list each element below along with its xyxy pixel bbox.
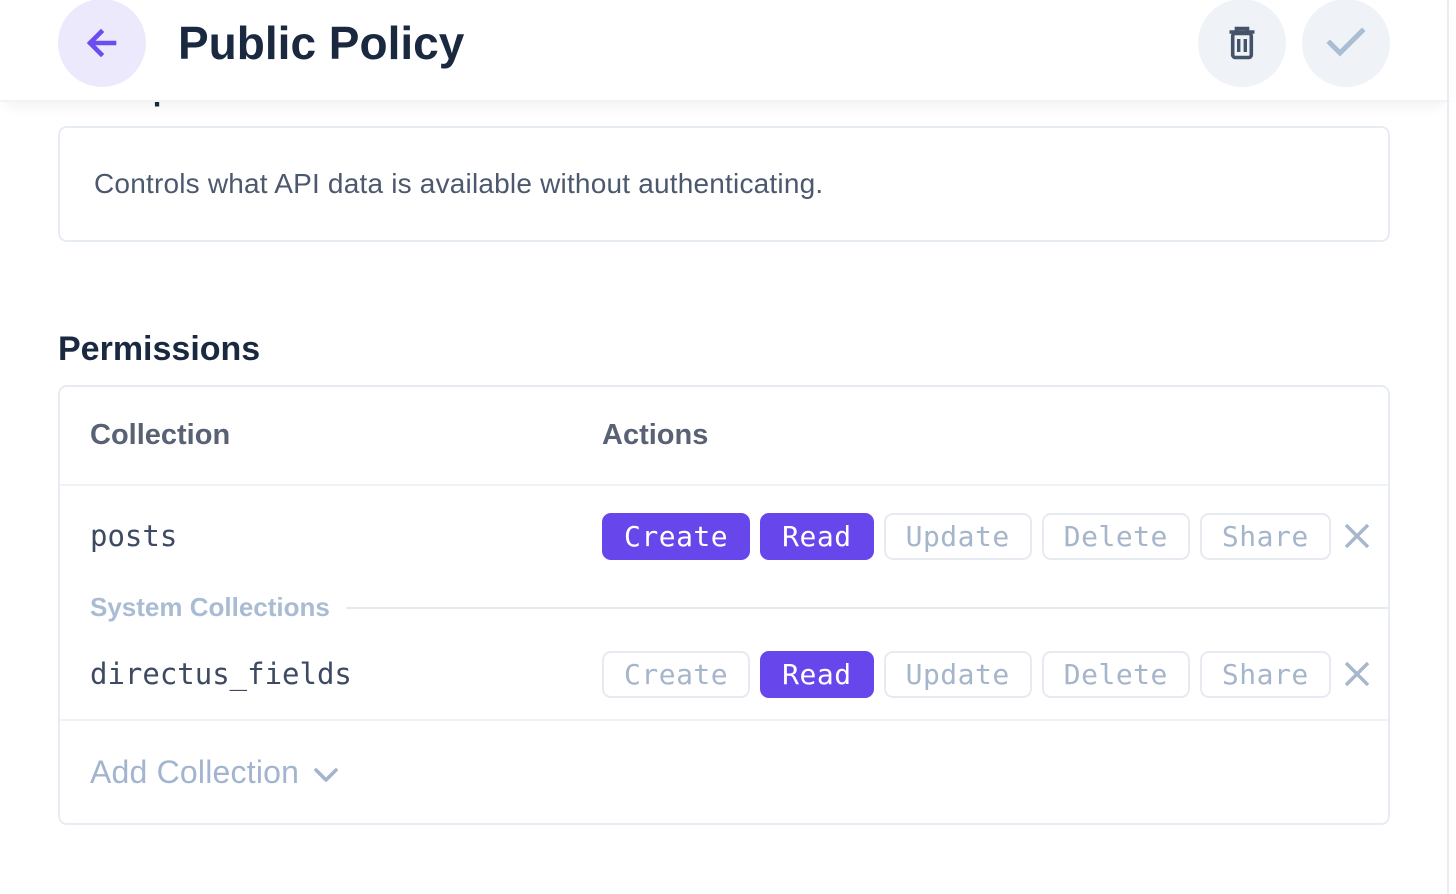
- actions-cell: Create Read Update Delete Share: [602, 513, 1373, 560]
- close-icon: [1342, 521, 1372, 551]
- add-collection-button[interactable]: Add Collection: [60, 721, 1388, 823]
- actions-cell: Create Read Update Delete Share: [602, 651, 1373, 698]
- trash-icon: [1224, 24, 1260, 62]
- action-read-button[interactable]: Read: [760, 513, 873, 560]
- column-header-actions: Actions: [602, 419, 708, 452]
- arrow-left-icon: [81, 22, 123, 64]
- permission-row-directus-fields[interactable]: directus_fields Create Read Update Delet…: [60, 629, 1388, 721]
- action-delete-button[interactable]: Delete: [1042, 651, 1190, 698]
- action-create-button[interactable]: Create: [602, 651, 750, 698]
- permission-row-posts[interactable]: posts Create Read Update Delete Share: [60, 486, 1388, 586]
- system-collections-divider: System Collections: [60, 586, 1388, 629]
- action-create-button[interactable]: Create: [602, 513, 750, 560]
- save-button[interactable]: [1302, 0, 1390, 87]
- action-update-button[interactable]: Update: [884, 513, 1032, 560]
- action-delete-button[interactable]: Delete: [1042, 513, 1190, 560]
- policy-detail-page: Description Public Policy: [0, 0, 1456, 894]
- column-header-collection: Collection: [90, 419, 602, 452]
- add-collection-label: Add Collection: [90, 754, 299, 791]
- scrollbar-track[interactable]: [1447, 0, 1449, 894]
- check-icon: [1326, 27, 1366, 59]
- chevron-down-icon: [299, 761, 339, 784]
- action-share-button[interactable]: Share: [1200, 513, 1331, 560]
- permissions-table: Collection Actions posts Create Read Upd…: [58, 385, 1390, 825]
- close-icon: [1342, 659, 1372, 689]
- action-share-button[interactable]: Share: [1200, 651, 1331, 698]
- description-value: Controls what API data is available with…: [94, 168, 823, 200]
- action-update-button[interactable]: Update: [884, 651, 1032, 698]
- remove-row-button[interactable]: [1341, 658, 1373, 690]
- permissions-table-header: Collection Actions: [60, 387, 1388, 486]
- page-header: Public Policy: [0, 0, 1450, 102]
- collection-name: directus_fields: [90, 657, 602, 691]
- system-collections-label: System Collections: [90, 592, 330, 623]
- collection-name: posts: [90, 519, 602, 553]
- back-button[interactable]: [58, 0, 146, 87]
- page-title: Public Policy: [178, 16, 464, 70]
- remove-row-button[interactable]: [1341, 520, 1373, 552]
- delete-policy-button[interactable]: [1198, 0, 1286, 87]
- action-read-button[interactable]: Read: [760, 651, 873, 698]
- permissions-heading: Permissions: [58, 330, 260, 369]
- divider-line: [346, 607, 1388, 609]
- description-input[interactable]: Controls what API data is available with…: [58, 126, 1390, 242]
